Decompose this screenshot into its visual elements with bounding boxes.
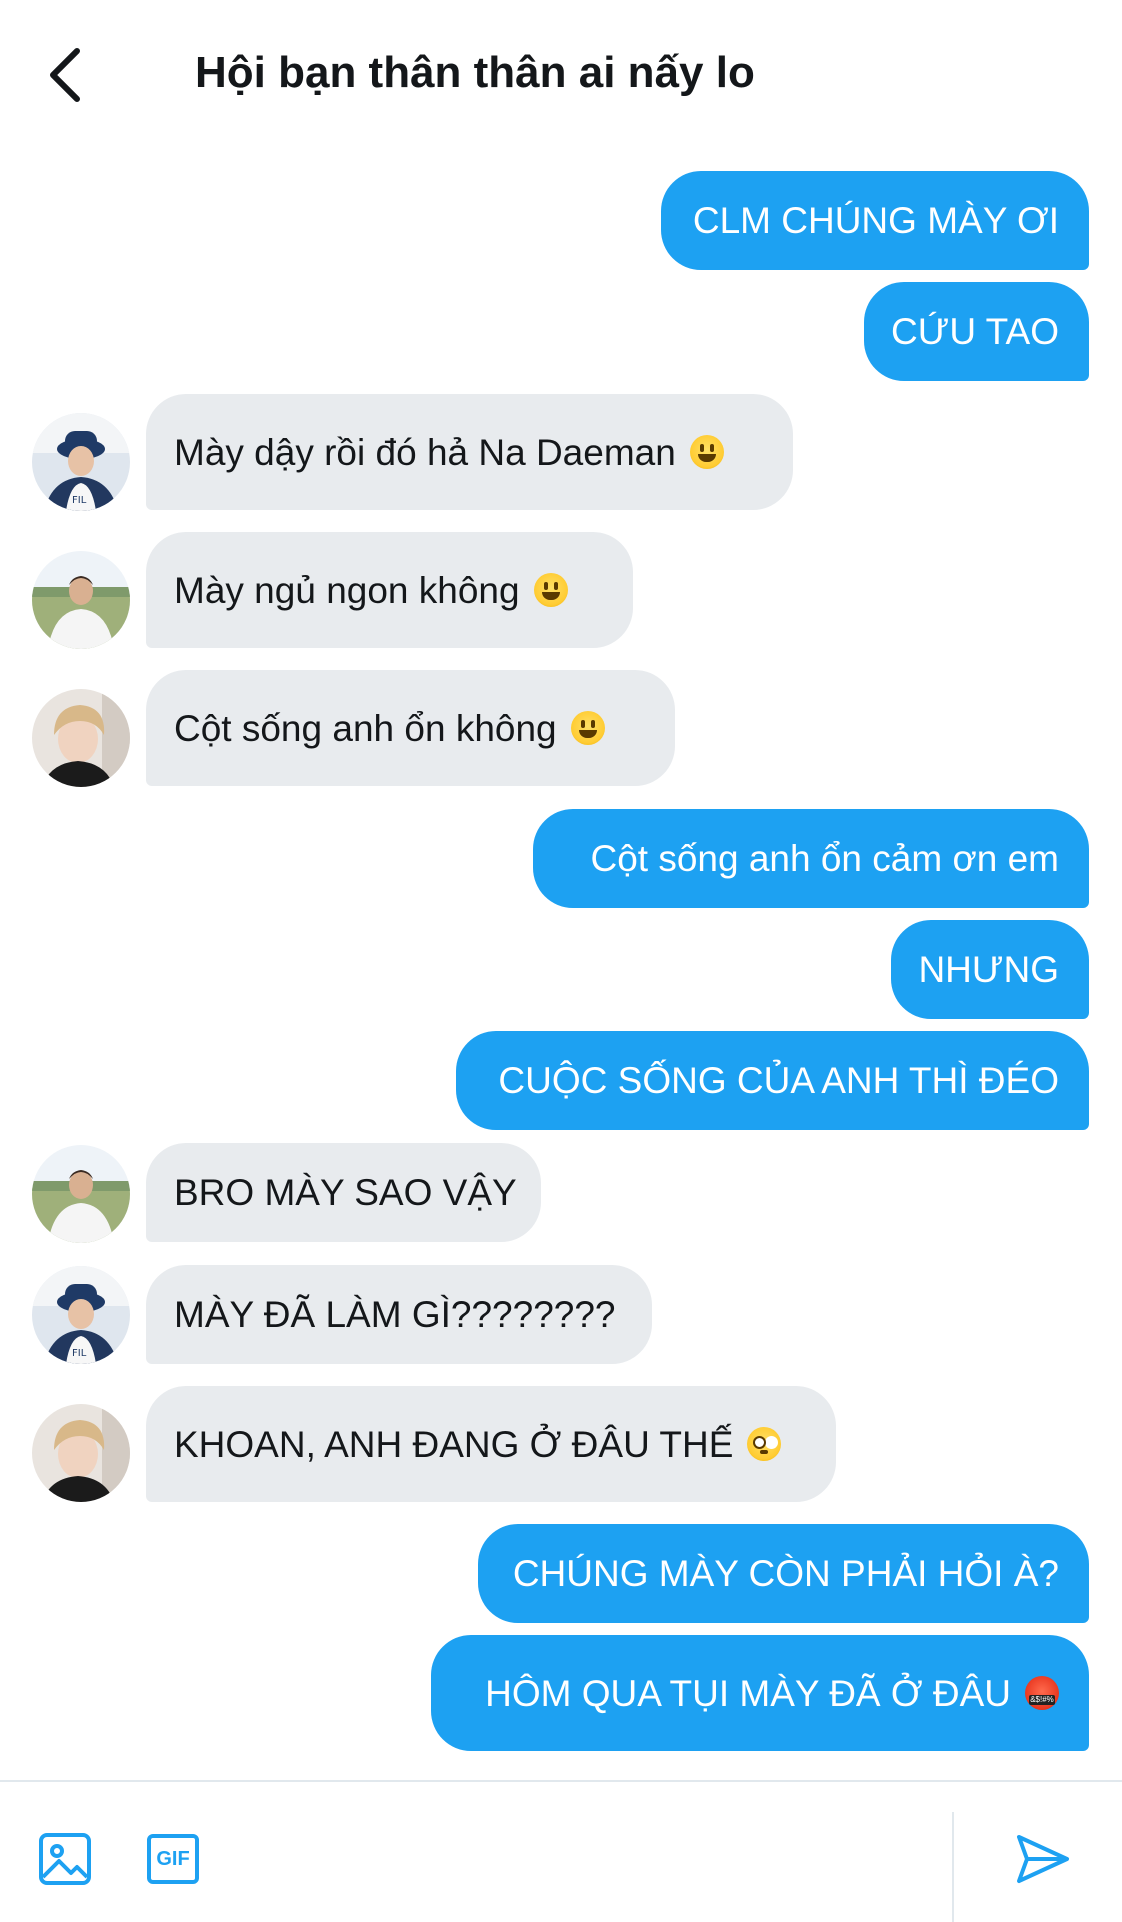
incoming-message[interactable]: Mày ngủ ngon không bbox=[146, 532, 633, 648]
flushed-face-icon bbox=[747, 1427, 782, 1461]
outgoing-message[interactable]: Cột sống anh ổn cảm ơn em bbox=[533, 809, 1089, 908]
outgoing-message[interactable]: NHƯNG bbox=[891, 920, 1089, 1019]
message-text: HÔM QUA TỤI MÀY ĐÃ Ở ĐÂU bbox=[485, 1672, 1011, 1714]
grinning-face-icon bbox=[533, 573, 568, 607]
message-text: CHÚNG MÀY CÒN PHẢI HỎI À? bbox=[512, 1553, 1059, 1594]
outgoing-message[interactable]: CLM CHÚNG MÀY ƠI bbox=[661, 171, 1089, 270]
gif-icon: GIF bbox=[147, 1834, 199, 1884]
message-text: MÀY ĐÃ LÀM GÌ???????? bbox=[174, 1294, 616, 1335]
composer-bar: GIF bbox=[0, 1780, 1122, 1922]
message-text: Mày ngủ ngon không bbox=[174, 569, 520, 611]
message-text: CUỘC SỐNG CỦA ANH THÌ ĐÉO bbox=[498, 1060, 1059, 1101]
message-text: NHƯNG bbox=[918, 949, 1059, 990]
avatar-blonde-icon[interactable] bbox=[32, 1404, 130, 1502]
incoming-message[interactable]: Mày dậy rồi đó hả Na Daeman bbox=[146, 394, 793, 510]
outgoing-message[interactable]: CUỘC SỐNG CỦA ANH THÌ ĐÉO bbox=[456, 1031, 1089, 1130]
composer-divider bbox=[952, 1812, 954, 1922]
outgoing-message[interactable]: HÔM QUA TỤI MÀY ĐÃ Ở ĐÂU bbox=[431, 1635, 1089, 1751]
incoming-message[interactable]: MÀY ĐÃ LÀM GÌ???????? bbox=[146, 1265, 652, 1364]
cursing-face-icon bbox=[1025, 1676, 1059, 1710]
message-text: Mày dậy rồi đó hả Na Daeman bbox=[174, 431, 676, 473]
outgoing-message[interactable]: CỨU TAO bbox=[864, 282, 1089, 381]
send-button[interactable] bbox=[1008, 1824, 1078, 1894]
avatar-field-icon[interactable] bbox=[32, 1145, 130, 1243]
svg-text:FIL: FIL bbox=[72, 495, 87, 506]
add-image-button[interactable] bbox=[30, 1824, 100, 1894]
grinning-face-icon bbox=[689, 435, 724, 469]
image-icon bbox=[39, 1833, 91, 1885]
message-text: CỨU TAO bbox=[891, 311, 1059, 352]
avatar-blonde-icon[interactable] bbox=[32, 689, 130, 787]
message-text: BRO MÀY SAO VẬY bbox=[174, 1172, 517, 1213]
message-text: CLM CHÚNG MÀY ƠI bbox=[692, 200, 1059, 241]
incoming-message[interactable]: KHOAN, ANH ĐANG Ở ĐÂU THẾ bbox=[146, 1386, 836, 1502]
message-text: Cột sống anh ổn cảm ơn em bbox=[590, 838, 1059, 879]
send-icon bbox=[1017, 1835, 1069, 1883]
outgoing-message[interactable]: CHÚNG MÀY CÒN PHẢI HỎI À? bbox=[478, 1524, 1089, 1623]
avatar-bucket-hat-icon[interactable]: FIL bbox=[32, 413, 130, 511]
add-gif-button[interactable]: GIF bbox=[138, 1824, 208, 1894]
incoming-message[interactable]: BRO MÀY SAO VẬY bbox=[146, 1143, 541, 1242]
grinning-face-icon bbox=[570, 711, 605, 745]
incoming-message[interactable]: Cột sống anh ổn không bbox=[146, 670, 675, 786]
message-text: Cột sống anh ổn không bbox=[174, 707, 557, 749]
svg-text:FIL: FIL bbox=[72, 1348, 87, 1359]
avatar-field-icon[interactable] bbox=[32, 551, 130, 649]
message-list: CLM CHÚNG MÀY ƠI CỨU TAO FIL Mày dậy rồi… bbox=[0, 0, 1122, 1780]
avatar-bucket-hat-icon[interactable]: FIL bbox=[32, 1266, 130, 1364]
message-text: KHOAN, ANH ĐANG Ở ĐÂU THẾ bbox=[174, 1423, 734, 1465]
